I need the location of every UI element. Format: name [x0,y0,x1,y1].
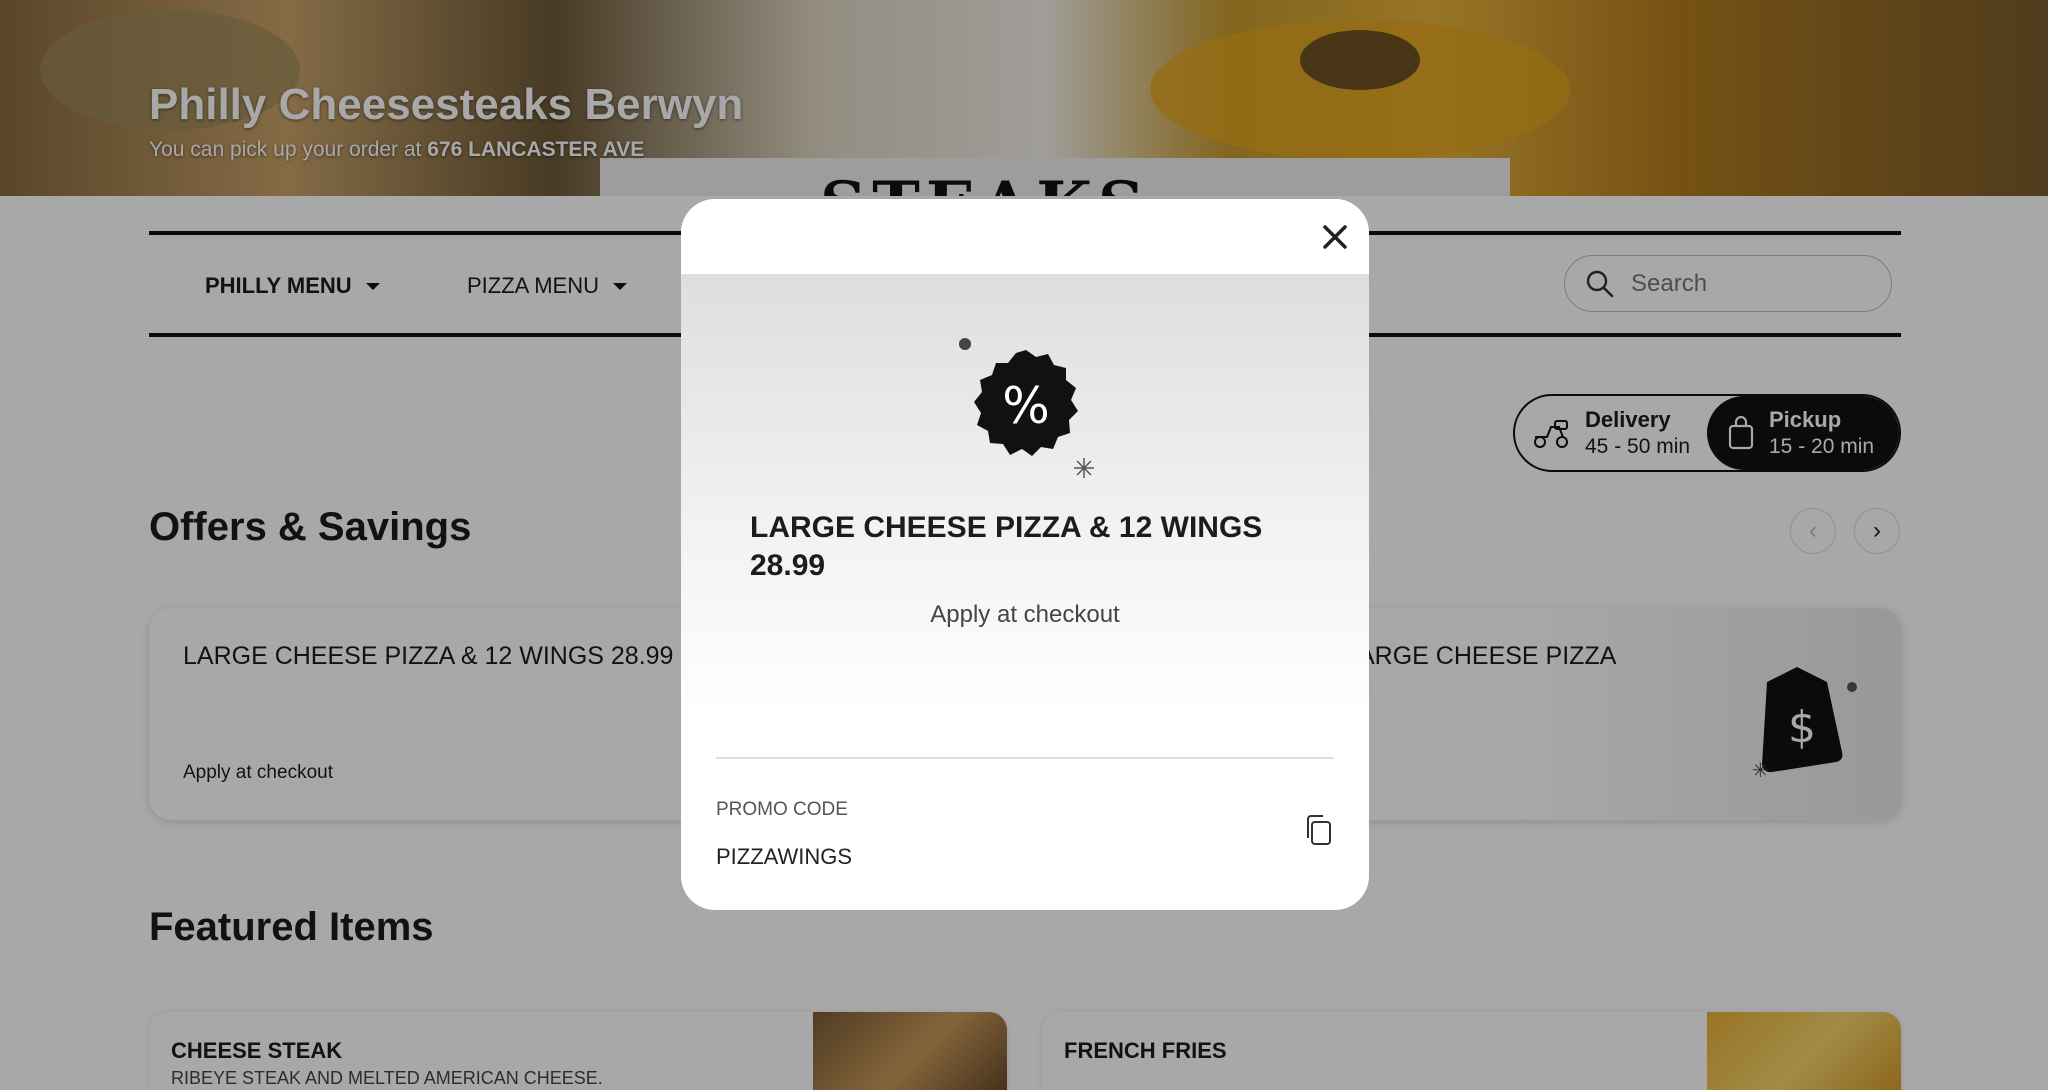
sparkle-icon [959,338,971,350]
promo-code-value: PIZZAWINGS [716,844,853,869]
close-icon[interactable] [1315,217,1355,257]
modal-apply-text: Apply at checkout [930,601,1120,628]
copy-icon[interactable] [1303,813,1333,847]
promo-code-label: PROMO CODE [716,799,848,820]
modal-offer-title: LARGE CHEESE PIZZA & 12 WINGS 28.99 [750,511,1263,582]
modal-header [681,199,1369,274]
svg-text:%: % [1002,377,1050,435]
divider [716,757,1334,759]
offer-detail-modal: % LARGE CHEESE PIZZA & 12 WINGS 28.99 Ap… [681,199,1369,910]
sparkle-icon [1074,458,1094,478]
modal-hero [681,274,1369,714]
percent-badge-icon: % [974,350,1078,456]
